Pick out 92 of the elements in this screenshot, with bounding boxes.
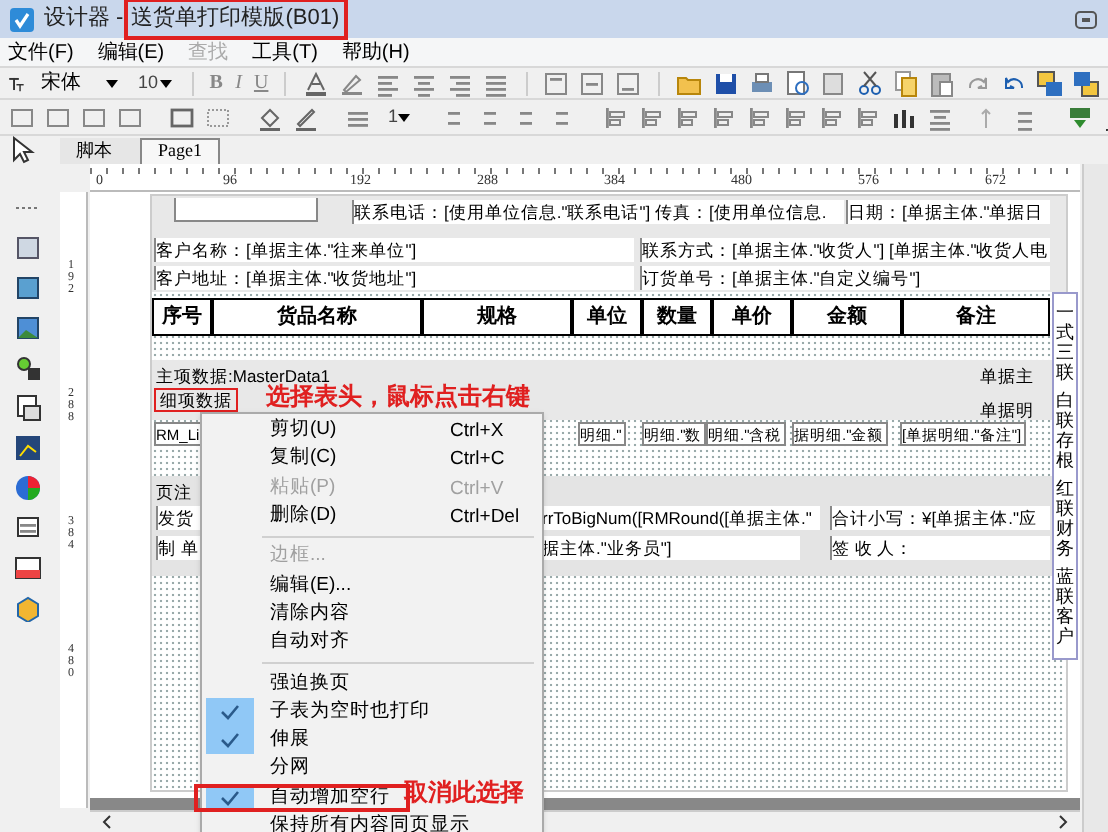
tab[interactable]: 脚本 [60,138,140,164]
font-color-icon[interactable] [301,69,330,97]
tab[interactable]: Page1 [140,138,220,164]
check-icon [206,726,254,755]
band-label: 页注 [156,480,192,506]
calculator-icon[interactable] [14,274,42,302]
insert-field-icon[interactable] [1066,103,1095,131]
cut-icon[interactable] [856,69,885,97]
barcode-box-icon[interactable] [14,514,42,542]
border-none-icon[interactable] [204,103,232,131]
menu-item[interactable]: 复制(C) Ctrl+C [202,444,542,473]
restore-icon[interactable] [1072,5,1100,33]
column-header: 货品名称 [212,298,422,336]
page-setup-icon[interactable] [820,69,849,97]
menu-item[interactable]: 保持所有内容同页显示 [202,811,542,832]
font-name: 宋体 [40,69,81,98]
menu-item[interactable]: 删除(D) Ctrl+Del [202,501,542,530]
column-header: 单价 [712,298,792,336]
report-field: 签 收 人： [830,536,1050,560]
border-box-icon[interactable] [80,103,108,131]
caret-icon [106,79,119,87]
column-header: 金额 [792,298,902,336]
menu-item[interactable]: 伸展 [202,726,542,755]
menu-item[interactable]: 清除内容 [202,599,542,628]
shapes-icon[interactable] [14,354,42,382]
align-top-icon[interactable] [542,69,571,97]
save-icon[interactable] [712,69,741,97]
column-header: 备注 [902,298,1050,336]
side-note: 红联财务 [1056,478,1074,558]
pen-color-icon[interactable] [292,103,320,131]
caret-icon [159,79,172,87]
border-box-icon[interactable] [116,103,144,131]
band-label: 细项数据 [154,388,238,412]
print-preview-icon[interactable] [784,69,813,97]
side-note: 蓝联客户 [1056,566,1074,646]
vertical-scrollbar[interactable] [1082,164,1108,832]
report-field: 联系方式：[单据主体."收货人"] [单据主体."收货人电 [640,238,1050,262]
report-field: 客户名称：[单据主体."往来单位"] [154,238,634,262]
printer-icon[interactable] [748,69,777,97]
paste-icon[interactable] [928,69,957,97]
window-title: 设计器 - [44,4,124,35]
menu-item[interactable]: 编辑(E) [97,37,165,67]
table-icon[interactable] [14,554,42,582]
menu-item[interactable]: 帮助(H) [341,37,410,67]
sub-report-icon[interactable] [14,394,42,422]
pie-chart-icon[interactable] [14,474,42,502]
line-width-select[interactable]: 1 [380,104,419,130]
report-field: rrToBigNum([RMRound([单据主体." [540,506,820,530]
font-size-value: 10 [138,69,159,96]
band-label: 主项数据:MasterData1 [156,364,331,386]
align-bottom-icon[interactable] [614,69,643,97]
band-source: 单据明 [980,398,1034,424]
pointer-icon[interactable] [8,136,36,164]
check-icon [206,697,254,726]
menu-item[interactable]: 剪切(U) Ctrl+X [202,416,542,445]
report-field: 联系电话：[使用单位信息."联系电话"] 传真：[使用单位信息. [352,200,844,224]
column-header: 单位 [572,298,642,336]
annotation: 选择表头，鼠标点击右键 [266,384,530,410]
band-source: 单据主 [980,364,1034,390]
report-field: 日期：[单据主体."单据日 [846,200,1050,224]
border-all-icon[interactable] [168,103,196,131]
text-box-icon[interactable] [14,234,42,262]
caret-icon [398,113,411,121]
bring-front-icon[interactable] [1036,69,1065,97]
align-left-edges-icon[interactable] [602,103,631,131]
column-header: 数量 [642,298,712,336]
font-size-select[interactable]: 10 [134,70,176,96]
font-select[interactable]: 宋体 [32,70,127,96]
menu-item[interactable]: 编辑(E)... [202,571,542,600]
menu-item[interactable]: 工具(T) [252,37,318,67]
send-back-icon[interactable] [1072,69,1101,97]
chart-box-icon[interactable] [14,434,42,462]
report-field: 订货单号：[单据主体."自定义编号"] [640,266,1050,290]
image-icon[interactable] [14,314,42,342]
app-icon[interactable] [8,5,36,33]
report-field: 合计小写：¥[单据主体."应 [830,506,1050,530]
menu-item[interactable]: 子表为空时也打印 [202,697,542,726]
side-note: 白联存根 [1056,390,1074,470]
fill-bucket-icon[interactable] [256,103,284,131]
logo-placeholder [174,198,318,222]
menu-item[interactable]: 强迫换页 [202,669,542,698]
align-middle-icon[interactable] [578,69,607,97]
menu-item[interactable]: 文件(F) [8,37,74,67]
cube-icon[interactable] [14,594,42,622]
column-header: 规格 [422,298,572,336]
menu-item[interactable]: 自动对齐 [202,628,542,657]
check-icon [206,783,254,812]
column-header: 序号 [152,298,212,336]
report-field: 客户地址：[单据主体."收货地址"] [154,266,634,290]
highlighter-icon[interactable] [337,69,366,97]
line-width-value: 1 [388,103,399,130]
side-note: 一式三联 [1056,302,1074,382]
